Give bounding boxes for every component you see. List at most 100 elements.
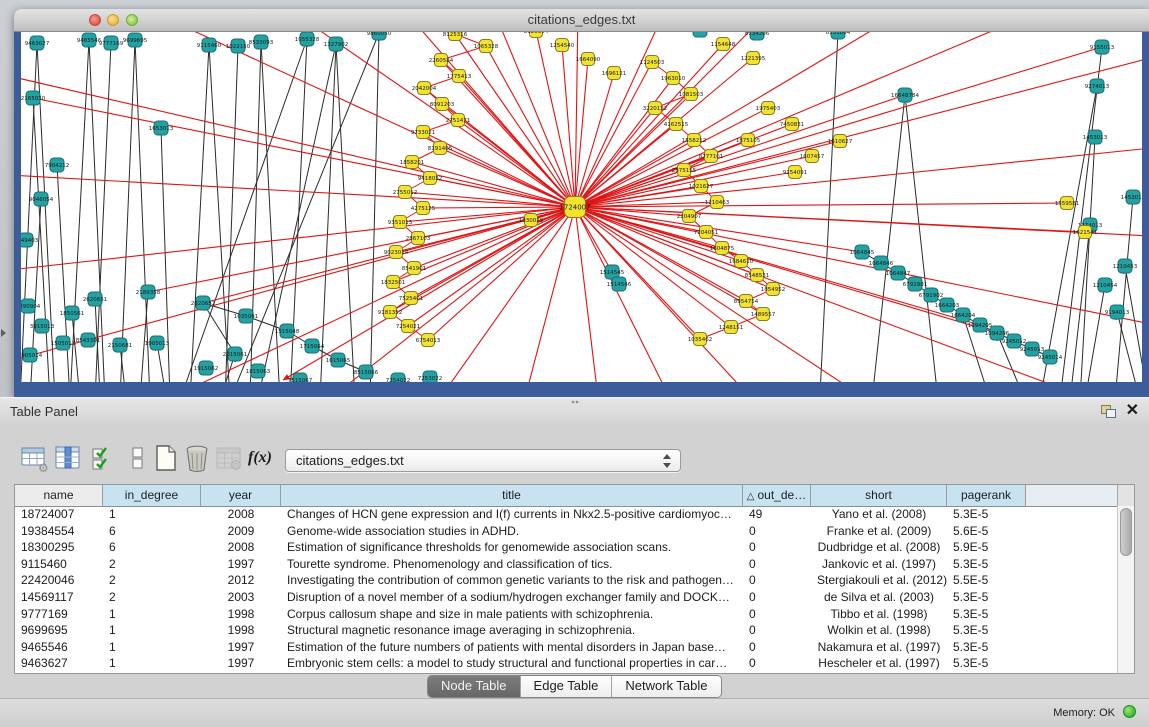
cell-in_degree[interactable]: 2 [103, 556, 201, 573]
graph-edge-black[interactable] [1080, 137, 1095, 382]
deselect-rows-icon[interactable] [124, 443, 152, 473]
cell-name[interactable]: 9465546 [15, 639, 103, 656]
cell-short[interactable]: de Silva et al. (2003) [811, 589, 947, 606]
cell-pagerank[interactable]: 5.3E-5 [947, 655, 1026, 672]
cell-out_degree[interactable]: 0 [743, 556, 811, 573]
cell-title[interactable]: Estimation of the future numbers of pati… [281, 639, 743, 656]
graph-edge-black[interactable] [1060, 47, 1102, 382]
column-header-name[interactable]: name [15, 485, 103, 506]
float-panel-icon[interactable] [1101, 405, 1116, 418]
cell-title[interactable]: Corpus callosum shape and size in male p… [281, 606, 743, 623]
graph-edge-red[interactable] [575, 207, 773, 289]
table-row[interactable]: 2242004622012Investigating the contribut… [15, 572, 1117, 589]
delete-icon[interactable] [183, 443, 211, 473]
cell-pagerank[interactable]: 5.3E-5 [947, 556, 1026, 573]
cell-year[interactable]: 2009 [201, 523, 281, 540]
vertical-scrollbar[interactable] [1117, 506, 1134, 673]
graph-edge-black[interactable] [905, 95, 938, 382]
graph-edge-black[interactable] [140, 292, 148, 382]
cell-pagerank[interactable]: 5.3E-5 [947, 622, 1026, 639]
table-selector-dropdown[interactable]: citations_edges.txt [285, 449, 681, 472]
cell-short[interactable]: Franke et al. (2009) [811, 523, 947, 540]
graph-edge-red[interactable] [575, 207, 620, 382]
cell-short[interactable]: Dudbridge et al. (2008) [811, 539, 947, 556]
cell-short[interactable]: Hescheler et al. (1997) [811, 655, 947, 672]
cell-out_degree[interactable]: 0 [743, 606, 811, 623]
table-row[interactable]: 946362711997Embryonic stem cells: a mode… [15, 655, 1117, 672]
graph-edge-black[interactable] [250, 42, 261, 382]
cell-in_degree[interactable]: 6 [103, 523, 201, 540]
graph-edge-black[interactable] [1085, 285, 1105, 382]
cell-pagerank[interactable]: 5.3E-5 [947, 639, 1026, 656]
graph-edge-red[interactable] [562, 45, 575, 207]
graph-edge-black[interactable] [1125, 266, 1142, 380]
memory-status-icon[interactable] [1123, 705, 1136, 718]
graph-edge-red[interactable] [575, 203, 1067, 207]
cell-in_degree[interactable]: 1 [103, 639, 201, 656]
panel-edge-marker[interactable] [1, 329, 6, 337]
cell-name[interactable]: 9699695 [15, 622, 103, 639]
graph-edge-black[interactable] [1115, 197, 1133, 382]
column-header-year[interactable]: year [201, 485, 281, 506]
tab-node-table[interactable]: Node Table [428, 676, 521, 697]
cell-short[interactable]: Yano et al. (2008) [811, 506, 947, 523]
graph-edge-black[interactable] [190, 45, 209, 382]
graph-edge-black[interactable] [872, 95, 905, 382]
column-header-title[interactable]: title [281, 485, 743, 506]
cell-in_degree[interactable]: 6 [103, 539, 201, 556]
table-row[interactable]: 1938455462009Genome-wide association stu… [15, 523, 1117, 540]
cell-out_degree[interactable]: 0 [743, 572, 811, 589]
cell-in_degree[interactable]: 2 [103, 589, 201, 606]
cell-name[interactable]: 14569117 [15, 589, 103, 606]
table-row[interactable]: 969969511998Structural magnetic resonanc… [15, 622, 1117, 639]
cell-short[interactable]: Stergiakouli et al. (2012) [811, 572, 947, 589]
cell-out_degree[interactable]: 0 [743, 622, 811, 639]
cell-title[interactable]: Disruption of a novel member of a sodium… [281, 589, 743, 606]
cell-short[interactable]: Wolkin et al. (1998) [811, 622, 947, 639]
cell-pagerank[interactable]: 5.3E-5 [947, 589, 1026, 606]
cell-name[interactable]: 9115460 [15, 556, 103, 573]
column-header-in_degree[interactable]: in_degree [103, 485, 201, 506]
cell-out_degree[interactable]: 0 [743, 639, 811, 656]
cell-pagerank[interactable]: 5.3E-5 [947, 606, 1026, 623]
function-builder-icon[interactable]: f(x) [248, 443, 280, 473]
graph-edge-red[interactable] [21, 60, 575, 207]
cell-pagerank[interactable]: 5.5E-5 [947, 572, 1026, 589]
new-file-icon[interactable] [152, 443, 180, 473]
graph-edge-black[interactable] [370, 33, 379, 382]
close-panel-icon[interactable]: ✕ [1126, 402, 1139, 420]
graph-edge-black[interactable] [203, 303, 235, 354]
cell-pagerank[interactable]: 5.9E-5 [947, 539, 1026, 556]
select-rows-icon[interactable] [90, 443, 118, 473]
graph-edge-red[interactable] [575, 32, 860, 207]
graph-edge-black[interactable] [1117, 312, 1140, 382]
graph-edge-red[interactable] [575, 207, 997, 333]
cell-name[interactable]: 18300295 [15, 539, 103, 556]
graph-edge-red[interactable] [575, 207, 1142, 340]
cell-out_degree[interactable]: 0 [743, 539, 811, 556]
cell-out_degree[interactable]: 49 [743, 506, 811, 523]
cell-year[interactable]: 2008 [201, 539, 281, 556]
cell-title[interactable]: Genome-wide association studies in ADHD. [281, 523, 743, 540]
cell-year[interactable]: 2012 [201, 572, 281, 589]
table-row[interactable]: 911546021997Tourette syndrome. Phenomeno… [15, 556, 1117, 573]
cell-title[interactable]: Investigating the contribution of common… [281, 572, 743, 589]
table-settings-icon[interactable]: ⚙ [20, 443, 48, 473]
column-header-short[interactable]: short [811, 485, 947, 506]
minimize-window-button[interactable] [107, 14, 119, 26]
cell-title[interactable]: Changes of HCN gene expression and I(f) … [281, 506, 743, 523]
zoom-window-button[interactable] [126, 14, 138, 26]
cell-in_degree[interactable]: 2 [103, 572, 201, 589]
cell-title[interactable]: Structural magnetic resonance image aver… [281, 622, 743, 639]
graph-edge-red[interactable] [408, 207, 575, 326]
cell-name[interactable]: 9777169 [15, 606, 103, 623]
tab-network-table[interactable]: Network Table [612, 676, 720, 697]
graph-edge-black[interactable] [820, 32, 838, 382]
cell-out_degree[interactable]: 0 [743, 589, 811, 606]
graph-edge-red[interactable] [486, 46, 575, 207]
cell-short[interactable]: Jankovic et al. (1997) [811, 556, 947, 573]
cell-year[interactable]: 2003 [201, 589, 281, 606]
graph-edge-black[interactable] [320, 44, 336, 382]
cell-name[interactable]: 9463627 [15, 655, 103, 672]
scrollbar-thumb[interactable] [1120, 508, 1132, 556]
